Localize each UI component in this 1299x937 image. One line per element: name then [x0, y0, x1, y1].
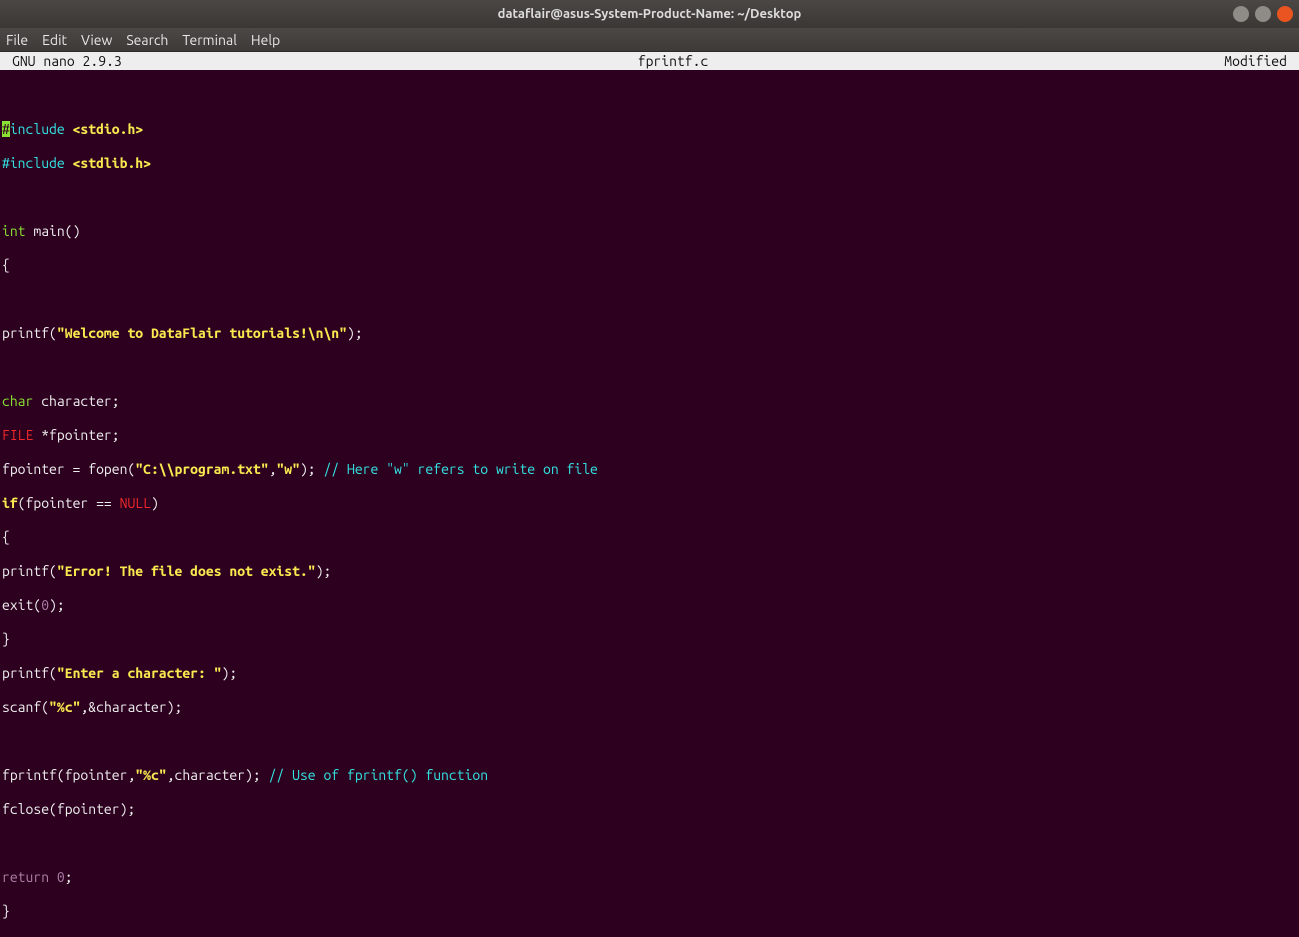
maximize-button[interactable] — [1255, 6, 1271, 22]
editor-line — [2, 835, 1297, 852]
menu-search[interactable]: Search — [126, 32, 168, 48]
editor-line: fpointer = fopen("C:\\program.txt","w");… — [2, 461, 1297, 478]
editor-line: scanf("%c",&character); — [2, 699, 1297, 716]
editor-line: } — [2, 631, 1297, 648]
editor-line: exit(0); — [2, 597, 1297, 614]
editor-line: return 0; — [2, 869, 1297, 886]
editor-line: printf("Error! The file does not exist."… — [2, 563, 1297, 580]
nano-modified: Modified — [1224, 52, 1299, 70]
editor-line — [2, 87, 1297, 104]
editor-line: printf("Enter a character: "); — [2, 665, 1297, 682]
nano-version: GNU nano 2.9.3 — [0, 52, 122, 70]
menu-view[interactable]: View — [81, 32, 112, 48]
menubar: File Edit View Search Terminal Help — [0, 28, 1299, 52]
cursor: # — [2, 121, 10, 137]
editor-line: } — [2, 903, 1297, 920]
editor-line — [2, 291, 1297, 308]
nano-statusbar: GNU nano 2.9.3 fprintf.c Modified — [0, 52, 1299, 70]
window-titlebar: dataflair@asus-System-Product-Name: ~/De… — [0, 0, 1299, 28]
menu-file[interactable]: File — [6, 32, 28, 48]
editor-line: { — [2, 529, 1297, 546]
editor-line: { — [2, 257, 1297, 274]
close-button[interactable] — [1277, 6, 1293, 22]
editor-line: int main() — [2, 223, 1297, 240]
editor-line: fclose(fpointer); — [2, 801, 1297, 818]
editor-line — [2, 733, 1297, 750]
editor-line: #include <stdio.h> — [2, 121, 1297, 138]
editor-line: char character; — [2, 393, 1297, 410]
editor-line — [2, 359, 1297, 376]
nano-filename: fprintf.c — [122, 52, 1225, 70]
editor-line — [2, 189, 1297, 206]
editor-line: printf("Welcome to DataFlair tutorials!\… — [2, 325, 1297, 342]
menu-terminal[interactable]: Terminal — [182, 32, 237, 48]
editor-line: if(fpointer == NULL) — [2, 495, 1297, 512]
menu-edit[interactable]: Edit — [42, 32, 67, 48]
editor-area[interactable]: #include <stdio.h> #include <stdlib.h> i… — [0, 70, 1299, 937]
window-title: dataflair@asus-System-Product-Name: ~/De… — [498, 7, 802, 21]
editor-line: FILE *fpointer; — [2, 427, 1297, 444]
window-controls — [1233, 6, 1293, 22]
menu-help[interactable]: Help — [251, 32, 280, 48]
minimize-button[interactable] — [1233, 6, 1249, 22]
editor-line: fprintf(fpointer,"%c",character); // Use… — [2, 767, 1297, 784]
editor-line: #include <stdlib.h> — [2, 155, 1297, 172]
